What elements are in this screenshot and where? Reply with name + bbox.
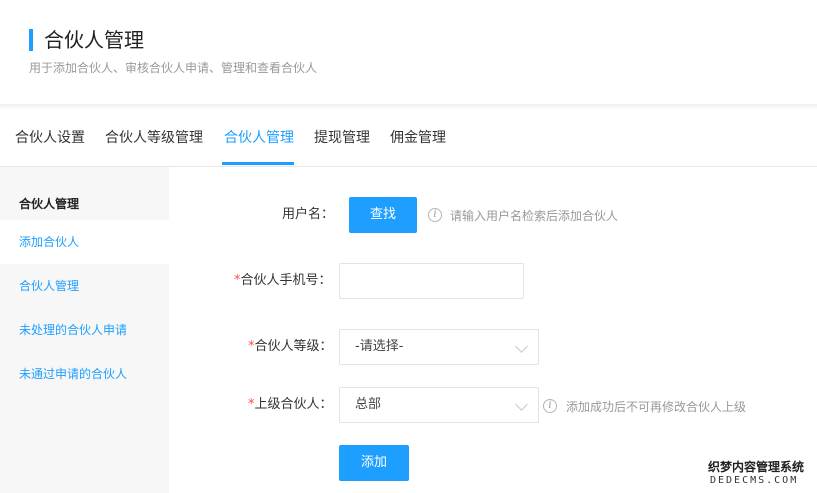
- parent-tip: 添加成功后不可再修改合伙人上级: [566, 400, 747, 414]
- level-select[interactable]: -请选择-: [339, 329, 539, 365]
- level-label: *合伙人等级：: [248, 338, 333, 356]
- title-accent-bar: [29, 29, 33, 51]
- tab-commission-management[interactable]: 佣金管理: [390, 128, 446, 148]
- tab-partner-level-management[interactable]: 合伙人等级管理: [105, 128, 203, 148]
- phone-label-text: 合伙人手机号：: [240, 273, 332, 288]
- chevron-down-icon: [515, 340, 528, 353]
- sidebar-item-rejected-applications[interactable]: 未通过申请的合伙人: [0, 352, 169, 396]
- sidebar: 合伙人管理 添加合伙人 合伙人管理 未处理的合伙人申请 未通过申请的合伙人: [0, 167, 169, 493]
- tab-bar: 合伙人设置 合伙人等级管理 合伙人管理 提现管理 佣金管理: [0, 110, 817, 167]
- username-tip: 请输入用户名检索后添加合伙人: [450, 209, 619, 223]
- parent-label-text: 上级合伙人：: [254, 397, 333, 412]
- watermark-domain: DEDECMS.COM: [710, 475, 799, 486]
- add-button[interactable]: 添加: [339, 445, 409, 481]
- phone-label: *合伙人手机号：: [234, 272, 332, 290]
- phone-input[interactable]: [339, 263, 524, 299]
- search-button[interactable]: 查找: [349, 197, 417, 233]
- sidebar-item-pending-applications[interactable]: 未处理的合伙人申请: [0, 308, 169, 352]
- username-label: 用户名：: [282, 207, 335, 222]
- sidebar-item-add-partner[interactable]: 添加合伙人: [0, 220, 169, 264]
- chevron-down-icon: [515, 398, 528, 411]
- parent-label: *上级合伙人：: [248, 396, 333, 414]
- parent-select-value: 总部: [355, 397, 382, 412]
- page-title: 合伙人管理: [44, 28, 144, 52]
- parent-select[interactable]: 总部: [339, 387, 539, 423]
- sidebar-item-partner-management[interactable]: 合伙人管理: [0, 264, 169, 308]
- level-label-text: 合伙人等级：: [254, 339, 333, 354]
- level-select-value: -请选择-: [355, 339, 404, 354]
- watermark-text: 织梦内容管理系统: [708, 460, 805, 474]
- info-icon: i: [428, 208, 442, 222]
- tab-withdrawal-management[interactable]: 提现管理: [314, 128, 370, 148]
- watermark: 织梦内容管理系统 DEDECMS.COM: [700, 455, 817, 493]
- page-subtitle: 用于添加合伙人、审核合伙人申请、管理和查看合伙人: [29, 61, 318, 75]
- tab-partner-management[interactable]: 合伙人管理: [224, 128, 294, 148]
- info-icon: i: [543, 399, 557, 413]
- tab-partner-settings[interactable]: 合伙人设置: [15, 128, 85, 148]
- sidebar-heading: 合伙人管理: [19, 197, 80, 211]
- page-header: 合伙人管理 用于添加合伙人、审核合伙人申请、管理和查看合伙人: [0, 0, 817, 104]
- active-tab-indicator: [222, 162, 294, 165]
